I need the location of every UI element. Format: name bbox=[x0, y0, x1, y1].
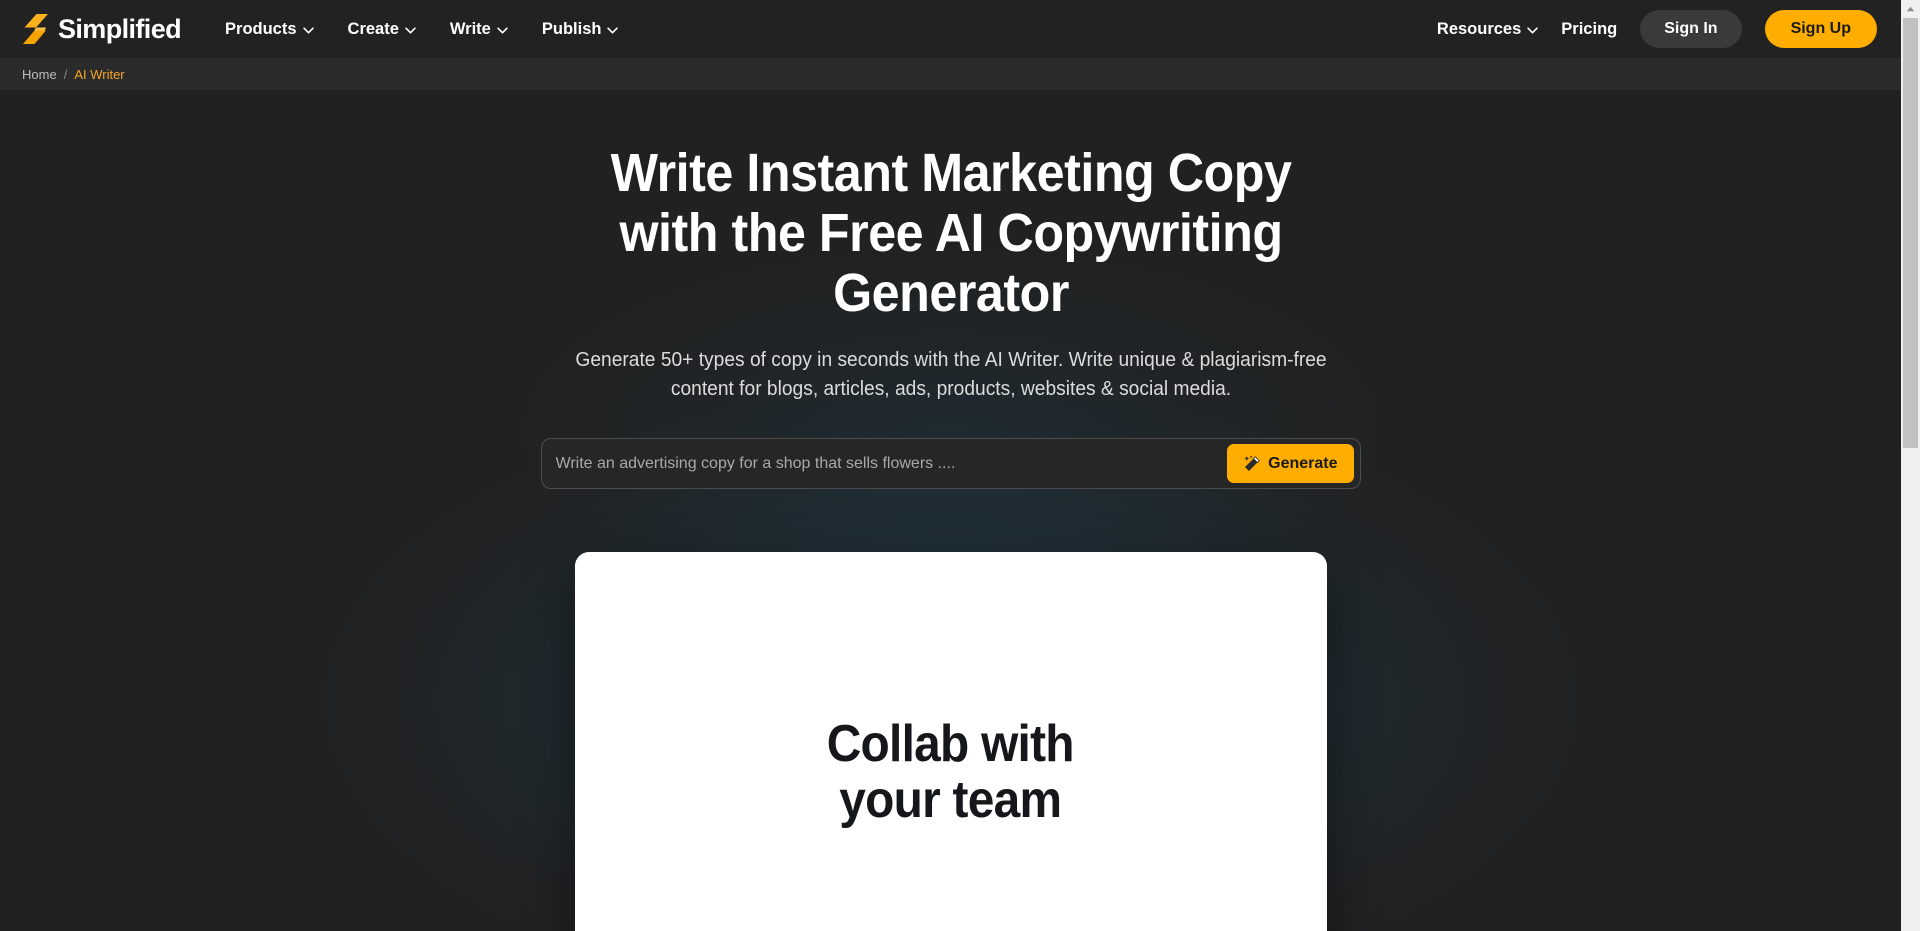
generate-button[interactable]: Generate bbox=[1227, 444, 1354, 483]
scroll-up-triangle-icon bbox=[1906, 6, 1915, 11]
nav-item-products[interactable]: Products bbox=[225, 21, 314, 38]
nav-item-label: Products bbox=[225, 19, 297, 38]
chevron-down-icon bbox=[405, 26, 416, 34]
chevron-down-icon bbox=[607, 26, 619, 34]
sign-in-button[interactable]: Sign In bbox=[1640, 10, 1742, 48]
nav-item-publish[interactable]: Publish bbox=[542, 21, 619, 38]
prompt-input[interactable] bbox=[555, 439, 1228, 488]
preview-card-text: Collab with your team bbox=[826, 715, 1075, 829]
sign-up-button[interactable]: Sign Up bbox=[1764, 10, 1877, 48]
nav-item-pricing[interactable]: Pricing bbox=[1561, 21, 1617, 38]
brand-logo-link[interactable]: Simplified bbox=[22, 13, 182, 44]
browser-viewport: Simplified Products Create Write Publish… bbox=[0, 0, 1901, 931]
nav-item-write[interactable]: Write bbox=[450, 21, 508, 38]
nav-item-label: Pricing bbox=[1561, 19, 1618, 38]
top-navigation-bar: Simplified Products Create Write Publish… bbox=[0, 0, 1901, 58]
breadcrumb-item-ai-writer[interactable]: AI Writer bbox=[74, 67, 124, 82]
hero-content: Write Instant Marketing Copy with the Fr… bbox=[0, 90, 1901, 489]
breadcrumb-item-home[interactable]: Home bbox=[22, 67, 57, 82]
page-root: Simplified Products Create Write Publish… bbox=[0, 0, 1920, 931]
nav-item-label: Create bbox=[347, 19, 399, 38]
primary-nav-links: Products Create Write Publish bbox=[225, 21, 619, 38]
generate-button-label: Generate bbox=[1268, 454, 1338, 472]
magic-wand-icon bbox=[1244, 454, 1260, 471]
prompt-input-bar: Generate bbox=[540, 438, 1361, 489]
secondary-nav-links: Resources Pricing Sign In Sign Up bbox=[1437, 10, 1877, 48]
nav-item-label: Publish bbox=[541, 19, 602, 38]
chevron-down-icon bbox=[302, 26, 314, 34]
scroll-arrow-up-icon[interactable] bbox=[1901, 0, 1920, 17]
brand-name: Simplified bbox=[58, 13, 182, 44]
breadcrumb: Home / AI Writer bbox=[0, 58, 1901, 90]
page-scrollbar[interactable] bbox=[1901, 0, 1920, 931]
breadcrumb-separator: / bbox=[63, 66, 68, 82]
nav-item-resources[interactable]: Resources bbox=[1436, 19, 1539, 38]
nav-item-label: Write bbox=[449, 19, 491, 38]
hero-section: Write Instant Marketing Copy with the Fr… bbox=[0, 90, 1901, 931]
page-title: Write Instant Marketing Copy with the Fr… bbox=[610, 143, 1291, 323]
nav-item-create[interactable]: Create bbox=[348, 21, 416, 38]
nav-item-label: Resources bbox=[1436, 19, 1522, 38]
simplified-bolt-logo-icon bbox=[23, 14, 48, 44]
scrollbar-thumb[interactable] bbox=[1903, 18, 1918, 448]
preview-card[interactable]: Collab with your team bbox=[574, 552, 1327, 931]
page-subtitle: Generate 50+ types of copy in seconds wi… bbox=[574, 348, 1327, 401]
chevron-down-icon bbox=[497, 26, 508, 34]
chevron-down-icon bbox=[1527, 26, 1539, 34]
